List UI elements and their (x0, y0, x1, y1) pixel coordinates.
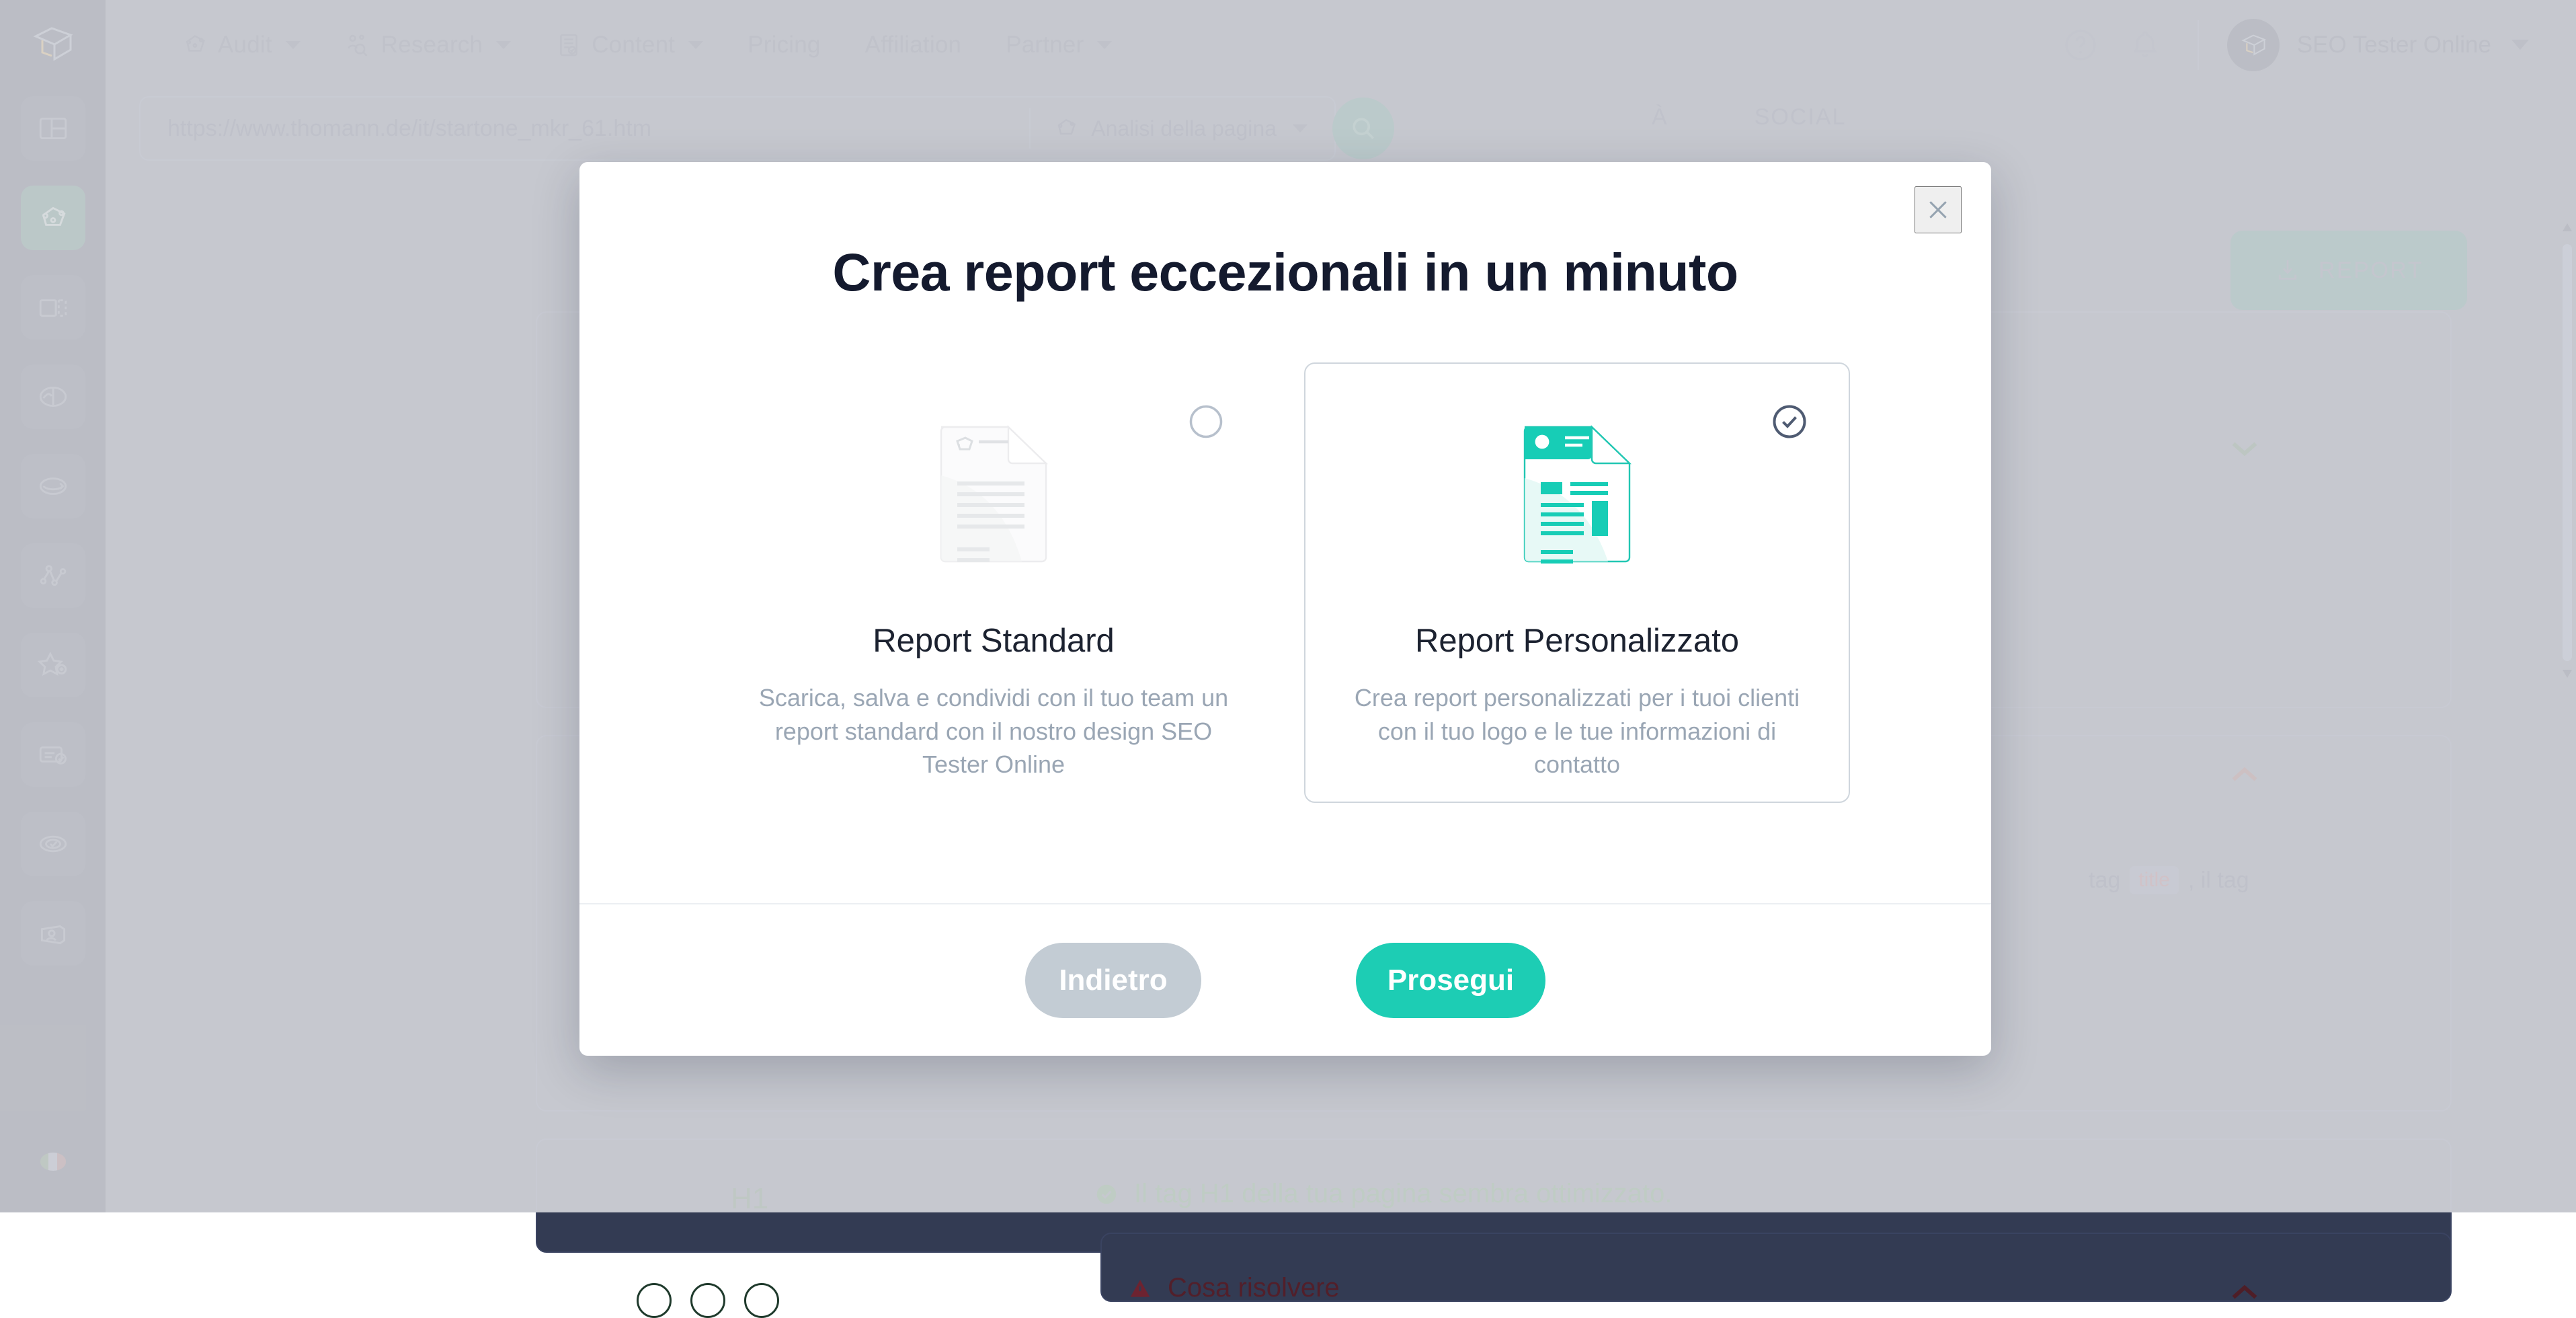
close-icon (1925, 196, 1951, 223)
score-dot (744, 1283, 779, 1318)
fix-label: Cosa risolvere (1168, 1273, 1340, 1303)
check-circle-icon[interactable] (1769, 401, 1810, 442)
score-indicator-dots (637, 1283, 779, 1318)
option-title: Report Standard (873, 622, 1115, 660)
option-description: Crea report personalizzati per i tuoi cl… (1342, 681, 1812, 781)
radio-empty-icon[interactable] (1186, 401, 1226, 442)
fix-collapse-toggle[interactable] (2230, 1283, 2259, 1302)
score-dot (637, 1283, 672, 1318)
warning-triangle-icon (1127, 1276, 1153, 1301)
chevron-up-icon (2230, 1283, 2259, 1302)
continue-button[interactable]: Prosegui (1356, 943, 1545, 1018)
grey-document-icon (933, 410, 1054, 578)
fix-section-row[interactable]: Cosa risolvere (1127, 1273, 1340, 1303)
report-type-options: Report Standard Scarica, salva e condivi… (579, 362, 1991, 803)
option-title: Report Personalizzato (1415, 622, 1739, 660)
score-dot (690, 1283, 725, 1318)
option-description: Scarica, salva e condividi con il tuo te… (758, 681, 1229, 781)
modal-footer: Indietro Prosegui (579, 903, 1991, 1056)
report-type-modal: Crea report eccezionali in un minuto (579, 162, 1991, 1056)
back-button[interactable]: Indietro (1025, 943, 1201, 1018)
modal-title: Crea report eccezionali in un minuto (579, 241, 1991, 303)
option-card-standard[interactable]: Report Standard Scarica, salva e condivi… (721, 362, 1266, 803)
close-button[interactable] (1915, 186, 1962, 233)
option-card-personalizzato[interactable]: Report Personalizzato Crea report person… (1304, 362, 1850, 803)
teal-branded-document-icon (1517, 410, 1638, 578)
